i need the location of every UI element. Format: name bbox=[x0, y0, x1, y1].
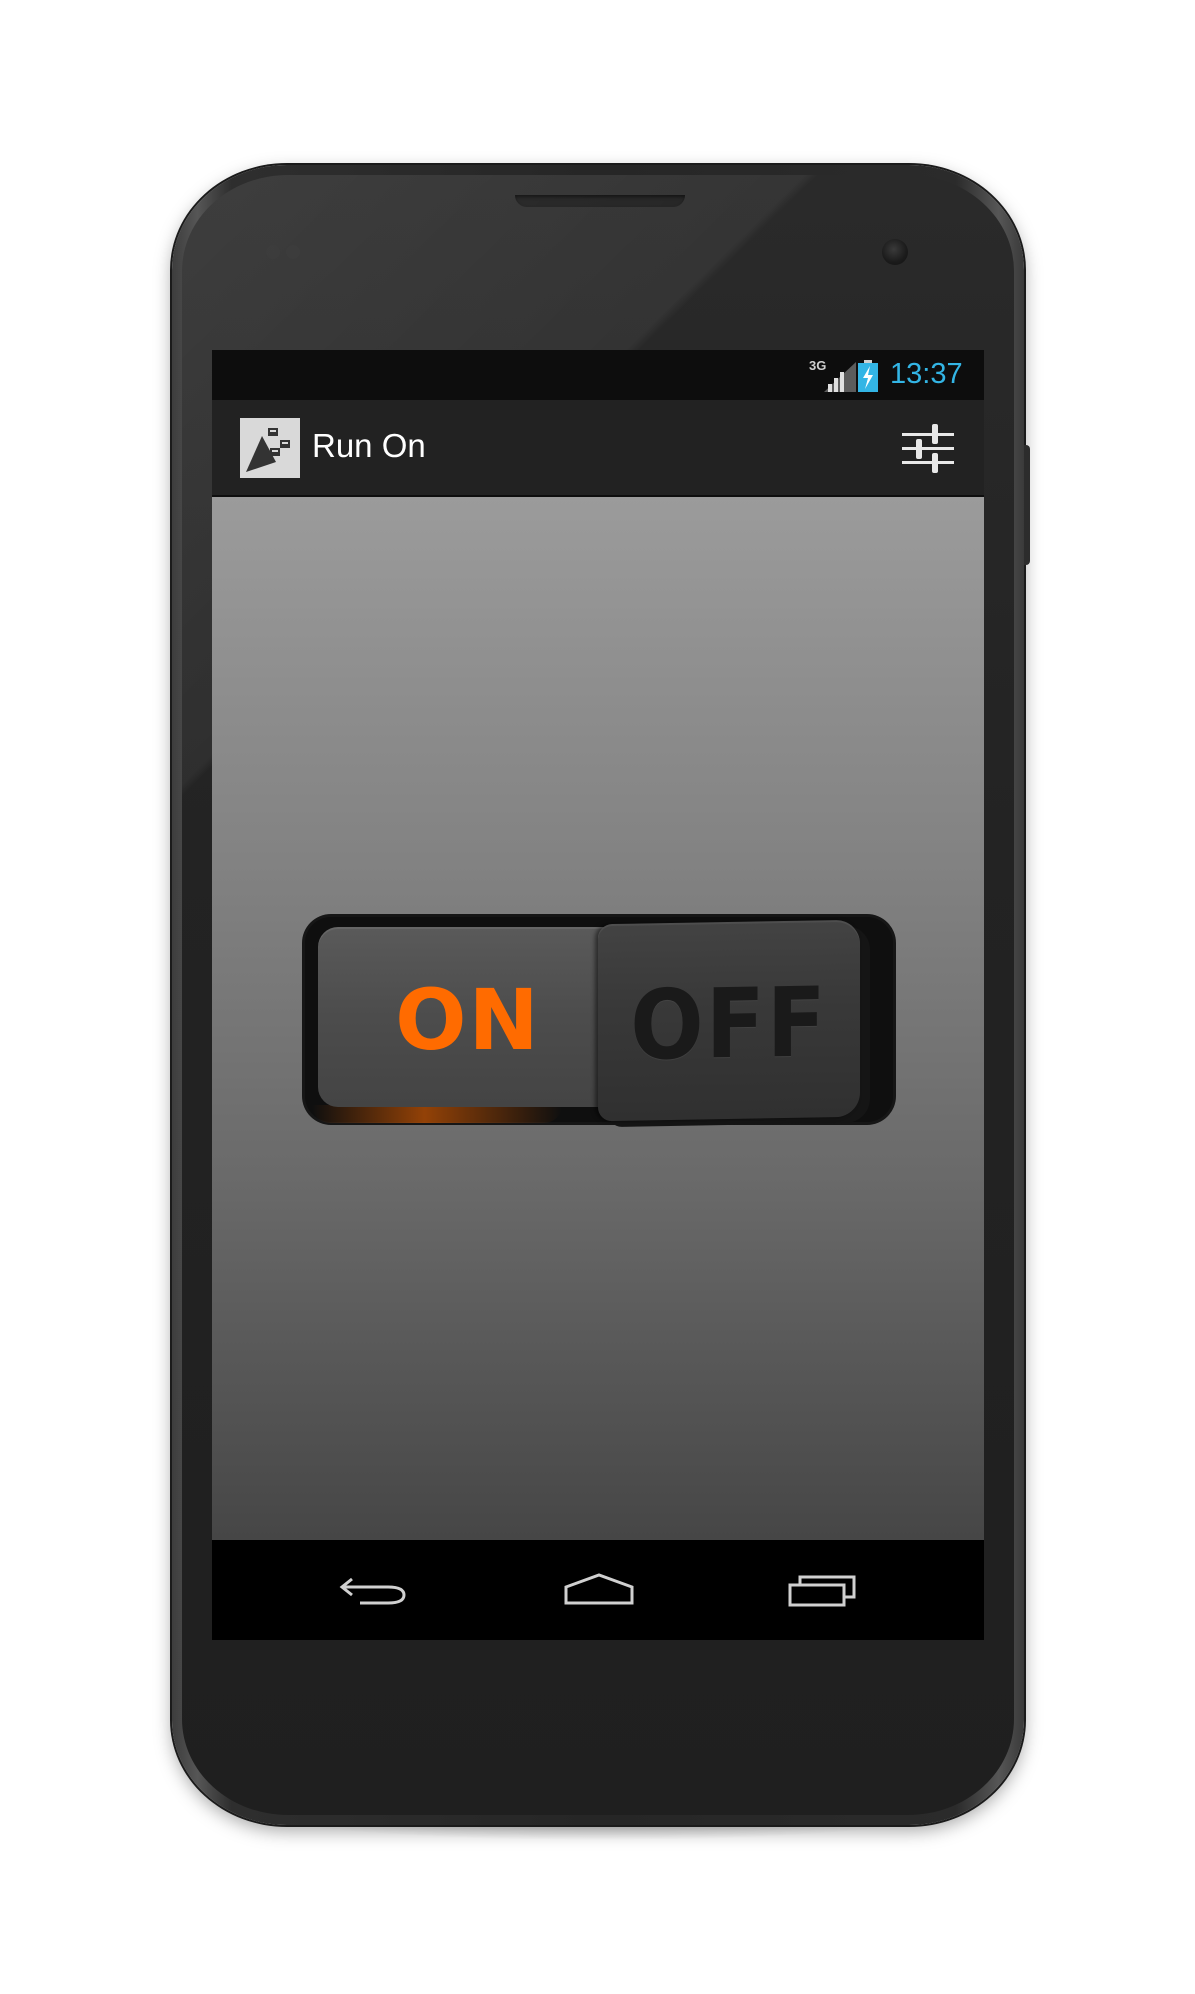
action-bar: Run On bbox=[212, 400, 984, 497]
main-content: ON OFF bbox=[212, 497, 984, 1540]
signal-icon bbox=[824, 362, 856, 392]
earpiece-speaker bbox=[515, 195, 685, 207]
on-side[interactable]: ON bbox=[318, 927, 614, 1107]
proximity-sensor bbox=[266, 245, 280, 259]
light-sensor bbox=[286, 245, 300, 259]
navigation-bar bbox=[212, 1540, 984, 1640]
off-label: OFF bbox=[630, 966, 828, 1082]
off-side[interactable]: OFF bbox=[598, 919, 860, 1122]
product-shot: 3G 13:37 Run On ON OFF bbox=[0, 0, 1195, 1994]
app-logo-icon[interactable] bbox=[240, 418, 300, 478]
battery-charging-icon bbox=[858, 360, 878, 392]
app-title: Run On bbox=[312, 427, 426, 464]
front-camera bbox=[882, 239, 908, 265]
back-icon[interactable] bbox=[332, 1565, 422, 1615]
settings-sliders-icon[interactable] bbox=[900, 420, 956, 476]
clock: 13:37 bbox=[890, 358, 963, 390]
status-bar: 3G 13:37 bbox=[212, 350, 984, 400]
home-icon[interactable] bbox=[554, 1565, 644, 1615]
switch-glow bbox=[312, 1105, 562, 1123]
recent-apps-icon[interactable] bbox=[778, 1565, 868, 1615]
phone-screen: 3G 13:37 Run On ON OFF bbox=[212, 350, 984, 1640]
power-button bbox=[1024, 445, 1030, 565]
on-label: ON bbox=[395, 971, 541, 1069]
